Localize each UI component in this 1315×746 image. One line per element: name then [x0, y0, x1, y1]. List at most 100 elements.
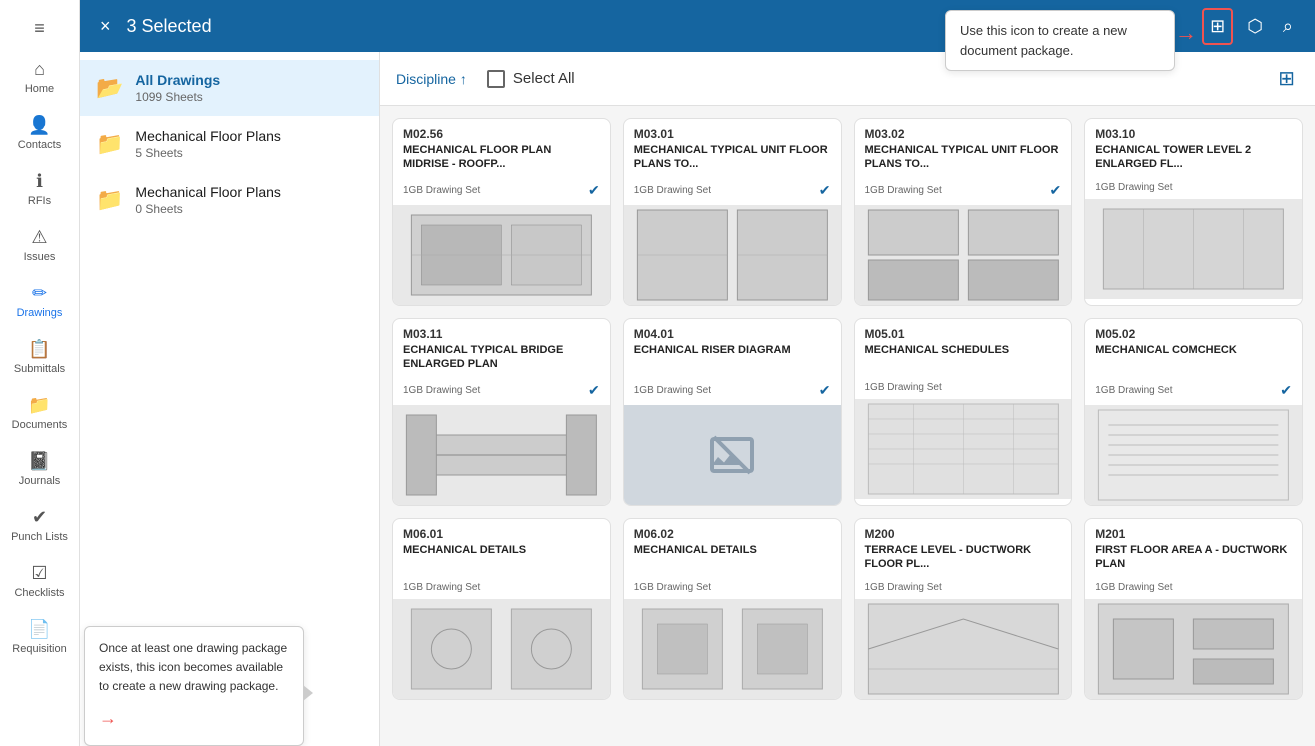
sidebar-item-submittals[interactable]: 📋 Submittals — [4, 331, 76, 383]
folder-mech-floor-1[interactable]: 📁 Mechanical Floor Plans 5 Sheets — [80, 116, 379, 172]
folder-info: All Drawings 1099 Sheets — [135, 72, 220, 104]
card-meta: 1GB Drawing Set ✔ — [393, 179, 610, 205]
card-title: MECHANICAL TYPICAL UNIT FLOOR PLANS TO..… — [634, 143, 831, 175]
folder-info: Mechanical Floor Plans 0 Sheets — [135, 184, 281, 216]
card-set: 1GB Drawing Set — [403, 385, 480, 396]
sidebar-item-checklists[interactable]: ☑ Checklists — [4, 555, 76, 607]
card-thumbnail — [624, 405, 841, 505]
card-header: M02.56 MECHANICAL FLOOR PLAN MIDRISE - R… — [393, 119, 610, 179]
drawings-icon: ✏ — [32, 283, 47, 304]
card-thumbnail — [1085, 599, 1302, 699]
sidebar-item-label: Documents — [12, 419, 68, 431]
select-all-container: Select All — [487, 70, 575, 88]
sidebar-item-issues[interactable]: ⚠ Issues — [4, 219, 76, 271]
card-code: M04.01 — [634, 327, 831, 341]
card-title: MECHANICAL DETAILS — [634, 543, 831, 575]
card-thumbnail — [1085, 405, 1302, 505]
contacts-icon: 👤 — [28, 115, 50, 136]
sidebar-item-drawings[interactable]: ✏ Drawings — [4, 275, 76, 327]
folder-info: Mechanical Floor Plans 5 Sheets — [135, 128, 281, 160]
card-meta: 1GB Drawing Set ✔ — [393, 379, 610, 405]
folder-all-drawings[interactable]: 📂 All Drawings 1099 Sheets — [80, 60, 379, 116]
drawings-grid: M02.56 MECHANICAL FLOOR PLAN MIDRISE - R… — [380, 106, 1315, 746]
verified-icon: ✔ — [1050, 182, 1062, 199]
card-set: 1GB Drawing Set — [865, 382, 942, 393]
search-icon: ⌕ — [1283, 16, 1293, 36]
folder-icon: 📁 — [96, 131, 123, 157]
sidebar-item-label: Drawings — [17, 307, 63, 319]
folder-name: All Drawings — [135, 72, 220, 88]
card-thumbnail — [393, 205, 610, 305]
card-header: M200 TERRACE LEVEL - DUCTWORK FLOOR PL..… — [855, 519, 1072, 579]
folder-mech-floor-2[interactable]: 📁 Mechanical Floor Plans 0 Sheets — [80, 172, 379, 228]
drawing-card[interactable]: M06.01 MECHANICAL DETAILS 1GB Drawing Se… — [392, 518, 611, 700]
drawing-card[interactable]: M03.02 MECHANICAL TYPICAL UNIT FLOOR PLA… — [854, 118, 1073, 306]
rfis-icon: ℹ — [36, 171, 43, 192]
drawing-card[interactable]: M02.56 MECHANICAL FLOOR PLAN MIDRISE - R… — [392, 118, 611, 306]
select-all-checkbox[interactable] — [487, 70, 505, 88]
card-meta: 1GB Drawing Set — [1085, 179, 1302, 199]
sidebar-item-contacts[interactable]: 👤 Contacts — [4, 107, 76, 159]
card-set: 1GB Drawing Set — [634, 185, 711, 196]
drawing-card[interactable]: M06.02 MECHANICAL DETAILS 1GB Drawing Se… — [623, 518, 842, 700]
close-icon: × — [100, 16, 111, 36]
card-meta: 1GB Drawing Set — [855, 579, 1072, 599]
sidebar-item-label: Punch Lists — [11, 531, 68, 543]
card-code: M05.02 — [1095, 327, 1292, 341]
card-meta: 1GB Drawing Set ✔ — [624, 179, 841, 205]
drawing-card[interactable]: M201 FIRST FLOOR AREA A - DUCTWORK PLAN … — [1084, 518, 1303, 700]
card-set: 1GB Drawing Set — [634, 582, 711, 593]
card-title: MECHANICAL FLOOR PLAN MIDRISE - ROOFP... — [403, 143, 600, 175]
tooltip-arrow-right: → — [1175, 20, 1197, 46]
folder-sheets: 1099 Sheets — [135, 90, 220, 104]
checklists-icon: ☑ — [31, 563, 47, 584]
sidebar-item-requisition[interactable]: 📄 Requisition — [4, 611, 76, 663]
card-code: M02.56 — [403, 127, 600, 141]
verified-icon: ✔ — [588, 382, 600, 399]
drawing-card[interactable]: M03.01 MECHANICAL TYPICAL UNIT FLOOR PLA… — [623, 118, 842, 306]
card-header: M03.11 ECHANICAL TYPICAL BRIDGE ENLARGED… — [393, 319, 610, 379]
card-meta: 1GB Drawing Set ✔ — [855, 179, 1072, 205]
share-button[interactable]: ⬡ — [1241, 10, 1269, 43]
card-set: 1GB Drawing Set — [865, 185, 942, 196]
sidebar-item-journals[interactable]: 📓 Journals — [4, 443, 76, 495]
grid-view-button[interactable]: ⊞ — [1274, 62, 1299, 95]
close-button[interactable]: × — [96, 12, 115, 41]
sidebar-item-punch-lists[interactable]: ✔ Punch Lists — [4, 499, 76, 551]
card-thumbnail — [855, 599, 1072, 699]
bottom-tooltip-text: Once at least one drawing package exists… — [99, 641, 287, 693]
card-thumbnail — [1085, 199, 1302, 299]
drawing-card[interactable]: M05.02 MECHANICAL COMCHECK 1GB Drawing S… — [1084, 318, 1303, 506]
bottom-arrow-icon: → — [99, 704, 117, 733]
nav-hamburger[interactable]: ≡ — [4, 10, 76, 47]
drawing-card[interactable]: M200 TERRACE LEVEL - DUCTWORK FLOOR PL..… — [854, 518, 1073, 700]
issues-icon: ⚠ — [31, 227, 47, 248]
card-meta: 1GB Drawing Set ✔ — [1085, 379, 1302, 405]
card-header: M06.01 MECHANICAL DETAILS — [393, 519, 610, 579]
card-title: ECHANICAL TYPICAL BRIDGE ENLARGED PLAN — [403, 343, 600, 375]
sidebar-item-documents[interactable]: 📁 Documents — [4, 387, 76, 439]
sidebar-item-label: RFIs — [28, 195, 51, 207]
sidebar-item-label: Issues — [24, 251, 56, 263]
drawing-card[interactable]: M05.01 MECHANICAL SCHEDULES 1GB Drawing … — [854, 318, 1073, 506]
card-set: 1GB Drawing Set — [403, 582, 480, 593]
sidebar-item-home[interactable]: ⌂ Home — [4, 51, 76, 103]
journals-icon: 📓 — [28, 451, 50, 472]
sidebar-item-rfis[interactable]: ℹ RFIs — [4, 163, 76, 215]
search-button[interactable]: ⌕ — [1277, 10, 1299, 43]
drawing-card[interactable]: M04.01 ECHANICAL RISER DIAGRAM 1GB Drawi… — [623, 318, 842, 506]
discipline-sort[interactable]: Discipline ↑ — [396, 71, 467, 87]
hamburger-icon: ≡ — [34, 18, 45, 39]
card-title: ECHANICAL RISER DIAGRAM — [634, 343, 831, 375]
card-header: M06.02 MECHANICAL DETAILS — [624, 519, 841, 579]
card-code: M05.01 — [865, 327, 1062, 341]
top-tooltip: Use this icon to create a new document p… — [945, 10, 1175, 71]
drawing-card[interactable]: M03.10 ECHANICAL TOWER LEVEL 2 ENLARGED … — [1084, 118, 1303, 306]
drawing-card[interactable]: M03.11 ECHANICAL TYPICAL BRIDGE ENLARGED… — [392, 318, 611, 506]
requisition-icon: 📄 — [28, 619, 50, 640]
create-package-button[interactable]: ⊞ — [1202, 8, 1233, 45]
card-header: M03.01 MECHANICAL TYPICAL UNIT FLOOR PLA… — [624, 119, 841, 179]
card-title: FIRST FLOOR AREA A - DUCTWORK PLAN — [1095, 543, 1292, 575]
folder-name: Mechanical Floor Plans — [135, 184, 281, 200]
submittals-icon: 📋 — [28, 339, 50, 360]
